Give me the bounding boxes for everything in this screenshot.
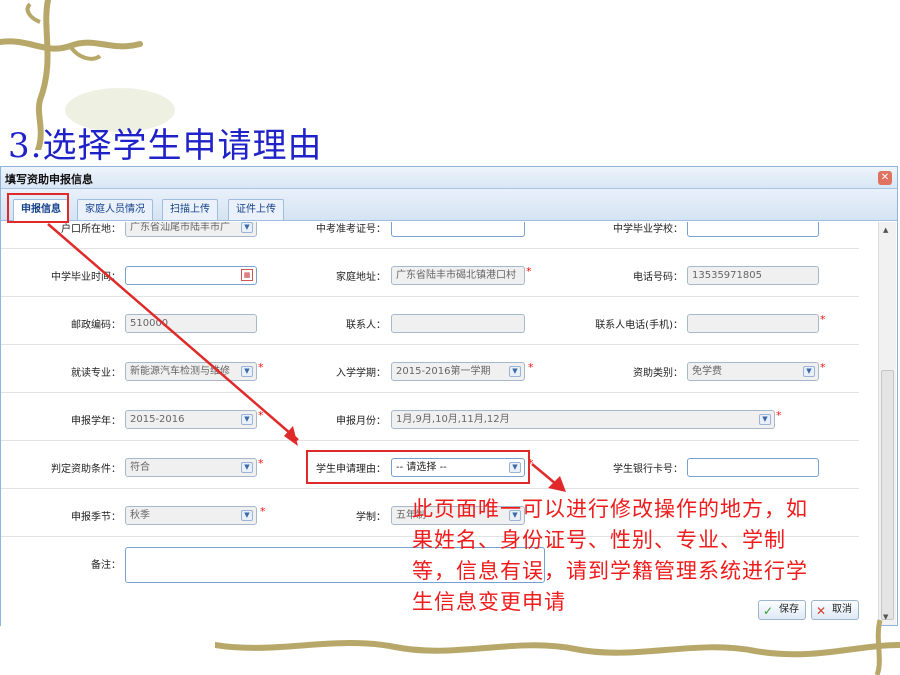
annotation-line: 此页面唯一可以进行修改操作的地方，如 — [412, 497, 808, 521]
chevron-down-icon: ▼ — [241, 510, 253, 521]
year-select[interactable]: 2015-2016 ▼ — [125, 410, 257, 429]
residence-label: 户口所在地： — [61, 224, 121, 235]
term-value: 2015-2016第一学期 — [396, 366, 491, 377]
term-select[interactable]: 2015-2016第一学期 ▼ — [391, 362, 525, 381]
slide-title: 3.选择学生申请理由 — [8, 126, 323, 166]
tab-scan-upload[interactable]: 扫描上传 — [162, 199, 218, 220]
year-value: 2015-2016 — [130, 414, 185, 425]
contact-input[interactable] — [391, 314, 525, 333]
form-row: 户口所在地： 广东省汕尾市陆丰市广 ▼ 中考准考证号： 中学毕业学校： — [1, 222, 859, 249]
chevron-down-icon: ▼ — [241, 414, 253, 425]
major-select[interactable]: 新能源汽车检测与维修 ▼ — [125, 362, 257, 381]
required-marker: * — [260, 505, 266, 518]
scroll-thumb[interactable] — [881, 370, 894, 620]
chevron-down-icon: ▼ — [509, 366, 521, 377]
phone-input[interactable]: 13535971805 — [687, 266, 819, 285]
form-row: 申报学年： 2015-2016 ▼ * 申报月份： 1月,9月,10月,11月,… — [1, 393, 859, 441]
annotation-note: 此页面唯一可以进行修改操作的地方，如 果姓名、身份证号、性别、专业、学制 等，信… — [412, 494, 882, 618]
term-label: 入学学期： — [336, 368, 386, 379]
residence-select[interactable]: 广东省汕尾市陆丰市广 ▼ — [125, 222, 257, 237]
aid-type-value: 免学费 — [692, 366, 722, 377]
required-marker: * — [820, 361, 826, 374]
major-label: 就读专业： — [71, 368, 121, 379]
bank-label: 学生银行卡号： — [613, 464, 683, 475]
grad-time-label: 中学毕业时间： — [51, 272, 121, 283]
required-marker: * — [258, 409, 264, 422]
condition-value: 符合 — [130, 462, 150, 473]
address-input[interactable]: 广东省陆丰市碣北镇港口村 — [391, 266, 525, 285]
grad-time-input[interactable]: ▦ — [125, 266, 257, 285]
aid-type-label: 资助类别： — [633, 368, 683, 379]
system-label: 学制： — [356, 512, 386, 523]
contact-phone-label: 联系人电话(手机)： — [595, 320, 683, 331]
scroll-up-icon[interactable]: ▲ — [883, 226, 888, 234]
required-marker: * — [258, 361, 264, 374]
tab-document-upload[interactable]: 证件上传 — [228, 199, 284, 220]
school-input[interactable] — [687, 222, 819, 237]
phone-label: 电话号码： — [633, 272, 683, 283]
form-row: 邮政编码： 510000 联系人： 联系人电话(手机)： * — [1, 297, 859, 345]
year-label: 申报学年： — [71, 416, 121, 427]
season-value: 秋季 — [130, 510, 150, 521]
tab-bar: 申报信息 家庭人员情况 扫描上传 证件上传 — [1, 189, 897, 221]
contact-phone-input[interactable] — [687, 314, 819, 333]
address-label: 家庭地址： — [336, 272, 386, 283]
form-row: 中学毕业时间： ▦ 家庭地址： 广东省陆丰市碣北镇港口村 * 电话号码： 135… — [1, 249, 859, 297]
annotation-line: 生信息变更申请 — [412, 590, 566, 614]
calendar-icon[interactable]: ▦ — [241, 269, 253, 281]
exam-no-label: 中考准考证号： — [316, 224, 386, 235]
school-label: 中学毕业学校： — [613, 224, 683, 235]
months-value: 1月,9月,10月,11月,12月 — [396, 414, 510, 425]
highlight-reason-box — [306, 450, 530, 484]
residence-value: 广东省汕尾市陆丰市广 — [130, 222, 230, 233]
bank-card-input[interactable] — [687, 458, 819, 477]
condition-label: 判定资助条件： — [51, 464, 121, 475]
decorative-vine-bottom — [215, 619, 900, 675]
chevron-down-icon: ▼ — [241, 462, 253, 473]
season-label: 申报季节： — [71, 512, 121, 523]
required-marker: * — [820, 313, 826, 326]
required-marker: * — [258, 457, 264, 470]
form-row: 就读专业： 新能源汽车检测与维修 ▼ * 入学学期： 2015-2016第一学期… — [1, 345, 859, 393]
months-select[interactable]: 1月,9月,10月,11月,12月 ▼ — [391, 410, 775, 429]
annotation-line: 等，信息有误，请到学籍管理系统进行学 — [412, 559, 808, 583]
months-label: 申报月份： — [336, 416, 386, 427]
postcode-input[interactable]: 510000 — [125, 314, 257, 333]
chevron-down-icon: ▼ — [803, 366, 815, 377]
highlight-tab-box — [7, 193, 69, 223]
dialog-title: 填写资助申报信息 — [5, 173, 93, 186]
required-marker: * — [776, 409, 782, 422]
aid-type-select[interactable]: 免学费 ▼ — [687, 362, 819, 381]
chevron-down-icon: ▼ — [241, 366, 253, 377]
chevron-down-icon: ▼ — [241, 222, 253, 233]
required-marker: * — [528, 361, 534, 374]
chevron-down-icon: ▼ — [759, 414, 771, 425]
tab-family-members[interactable]: 家庭人员情况 — [77, 199, 153, 220]
postcode-label: 邮政编码： — [71, 320, 121, 331]
contact-label: 联系人： — [346, 320, 386, 331]
dialog-titlebar: 填写资助申报信息 ✕ — [1, 167, 897, 189]
condition-select[interactable]: 符合 ▼ — [125, 458, 257, 477]
major-value: 新能源汽车检测与维修 — [130, 366, 230, 377]
exam-no-input[interactable] — [391, 222, 525, 237]
annotation-line: 果姓名、身份证号、性别、专业、学制 — [412, 528, 786, 552]
close-icon[interactable]: ✕ — [878, 171, 892, 185]
required-marker: * — [526, 265, 532, 278]
season-select[interactable]: 秋季 ▼ — [125, 506, 257, 525]
remark-label: 备注： — [91, 560, 121, 571]
